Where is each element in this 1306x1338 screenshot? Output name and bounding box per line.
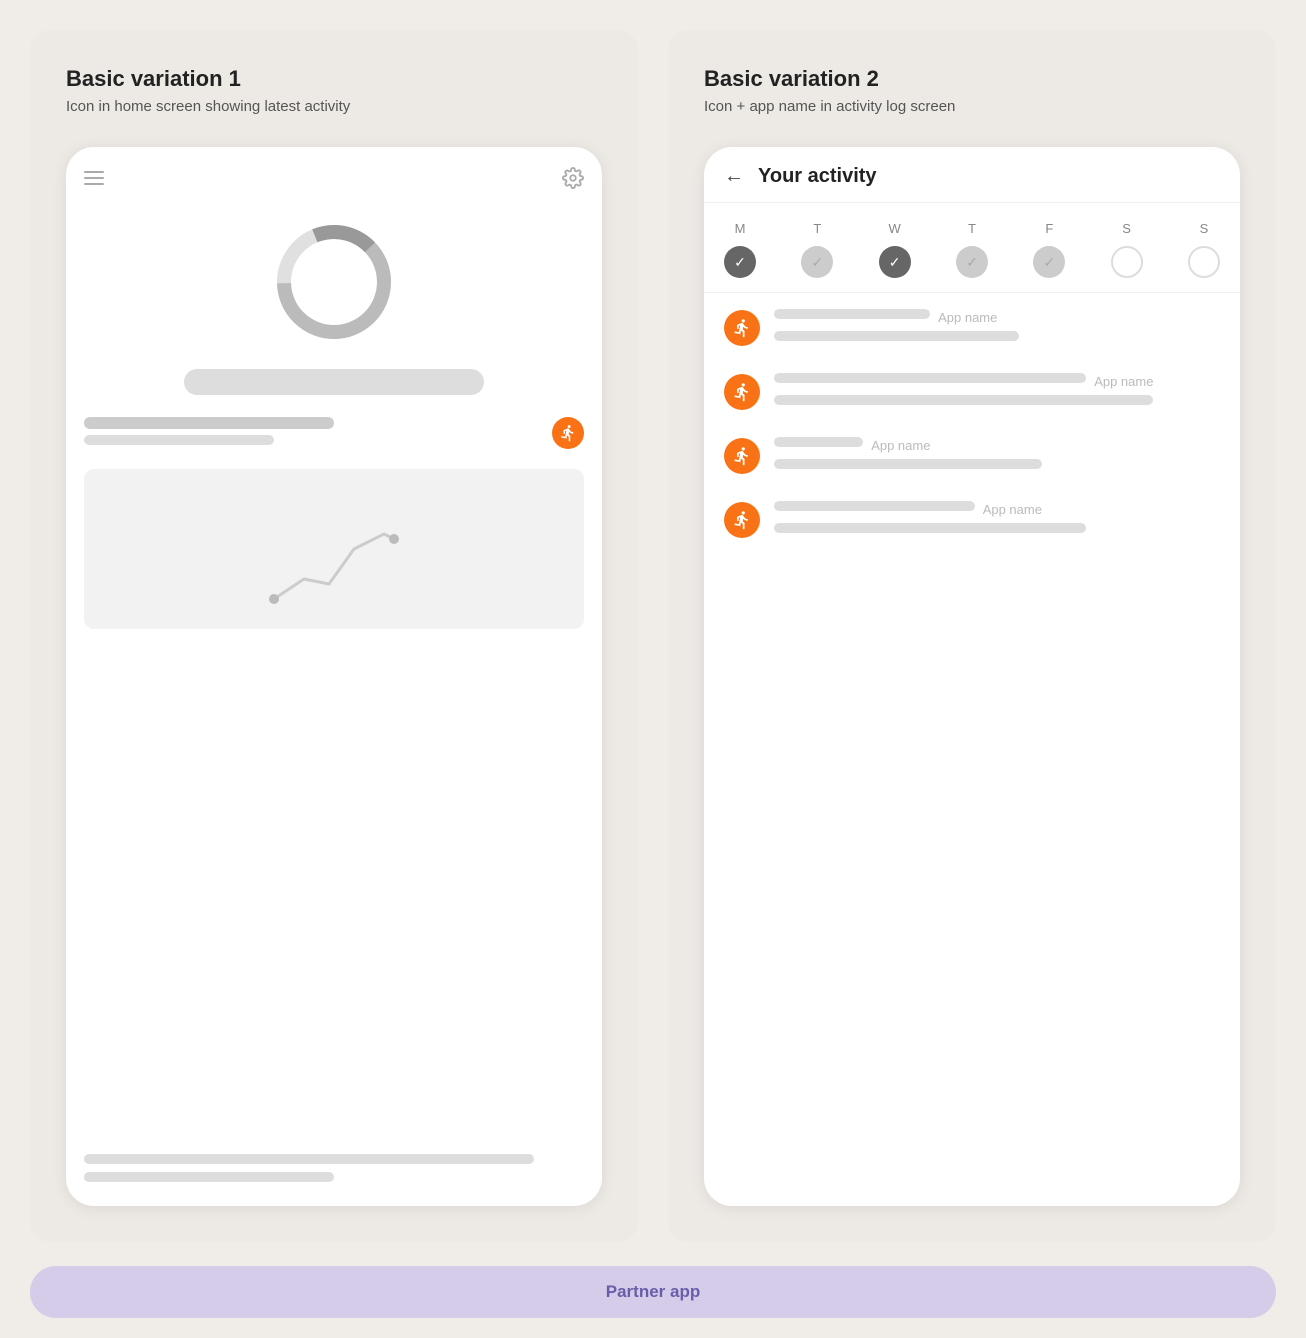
back-arrow-icon[interactable]: ← [724, 165, 744, 188]
day-labels-row: M T W T F S S [724, 221, 1220, 236]
map-placeholder [84, 469, 584, 629]
text-line-3b [774, 459, 1042, 469]
partner-app-label: Partner app [606, 1282, 700, 1301]
v2-header: ← Your activity [704, 147, 1240, 203]
list-area-v1 [84, 417, 584, 455]
activity-item-3: App name [724, 437, 1220, 475]
day-circle-f[interactable]: ✓ [1033, 246, 1065, 278]
activity-icon-2 [724, 374, 760, 410]
activity-icon-1 [724, 310, 760, 346]
text-line-1b [774, 331, 1019, 341]
variation-2-title: Basic variation 2 [704, 66, 1240, 92]
app-name-4: App name [983, 502, 1042, 517]
text-line-4a [774, 501, 975, 511]
activity-icon-4 [724, 502, 760, 538]
list-item-1 [84, 417, 584, 445]
activity-badge-v1[interactable] [552, 417, 584, 449]
hamburger-icon[interactable] [84, 171, 104, 185]
variation-1-title: Basic variation 1 [66, 66, 602, 92]
text-line-2a [774, 373, 1086, 383]
check-icon-f: ✓ [1043, 254, 1055, 271]
day-label-m: M [724, 221, 756, 236]
day-circle-w[interactable]: ✓ [879, 246, 911, 278]
activity-text-4: App name [774, 501, 1220, 539]
text-line-1a [774, 309, 930, 319]
donut-chart-area [84, 217, 584, 347]
variation-1-panel: Basic variation 1 Icon in home screen sh… [30, 30, 638, 1242]
check-icon-t2: ✓ [966, 254, 978, 271]
activity-text-2: App name [774, 373, 1220, 411]
activity-text-3: App name [774, 437, 1220, 475]
bottom-bar-2 [84, 1172, 334, 1182]
day-circles-row: ✓ ✓ ✓ ✓ ✓ [724, 246, 1220, 278]
phone-mockup-2: ← Your activity M T W T F S S ✓ [704, 147, 1240, 1206]
day-label-s2: S [1188, 221, 1220, 236]
day-label-t1: T [801, 221, 833, 236]
activity-text-1: App name [774, 309, 1220, 347]
text-line-3a [774, 437, 863, 447]
app-name-2: App name [1094, 374, 1153, 389]
partner-app-bar[interactable]: Partner app [30, 1266, 1276, 1318]
bottom-bar-1 [84, 1154, 534, 1164]
day-selector: M T W T F S S ✓ ✓ ✓ [704, 203, 1240, 293]
day-label-s1: S [1111, 221, 1143, 236]
day-circle-t2[interactable]: ✓ [956, 246, 988, 278]
activity-item-2: App name [724, 373, 1220, 411]
app-name-1: App name [938, 310, 997, 325]
activity-icon-3 [724, 438, 760, 474]
variation-2-panel: Basic variation 2 Icon + app name in act… [668, 30, 1276, 1242]
day-circle-m[interactable]: ✓ [724, 246, 756, 278]
app-name-3: App name [871, 438, 930, 453]
check-icon-m: ✓ [734, 254, 746, 271]
day-label-t2: T [956, 221, 988, 236]
day-label-w: W [879, 221, 911, 236]
check-icon-w: ✓ [889, 254, 901, 271]
screen-title: Your activity [758, 165, 877, 188]
bottom-bars [84, 1154, 584, 1190]
text-line-2b [774, 395, 1153, 405]
gear-icon[interactable] [562, 167, 584, 189]
text-line-4b [774, 523, 1086, 533]
progress-bar-placeholder [184, 369, 484, 395]
day-label-f: F [1033, 221, 1065, 236]
day-circle-t1[interactable]: ✓ [801, 246, 833, 278]
variation-1-subtitle: Icon in home screen showing latest activ… [66, 98, 602, 115]
activity-item-4: App name [724, 501, 1220, 539]
phone-mockup-1 [66, 147, 602, 1206]
activity-list: App name App name [704, 293, 1240, 1206]
check-icon-t1: ✓ [811, 254, 823, 271]
v1-header [84, 167, 584, 189]
activity-item-1: App name [724, 309, 1220, 347]
day-circle-s2[interactable] [1188, 246, 1220, 278]
day-circle-s1[interactable] [1111, 246, 1143, 278]
variation-2-subtitle: Icon + app name in activity log screen [704, 98, 1240, 115]
